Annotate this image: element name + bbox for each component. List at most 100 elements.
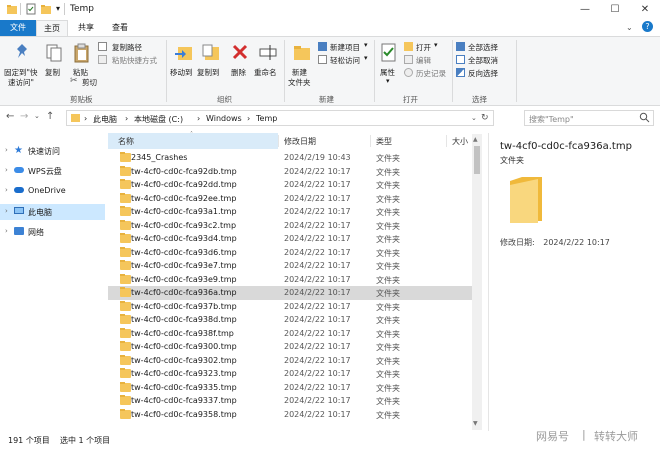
table-row[interactable]: tw-4cf0-cd0c-fca9358.tmp 2024/2/22 10:17 文… bbox=[108, 408, 472, 422]
new-item-label: 新建项目 bbox=[330, 43, 360, 52]
table-row[interactable]: tw-4cf0-cd0c-fca93d6.tmp 2024/2/22 10:17 文… bbox=[108, 246, 472, 260]
paste-shortcut-button[interactable]: 粘贴快捷方式 bbox=[98, 55, 168, 65]
breadcrumb-windows[interactable]: Windows bbox=[206, 114, 242, 123]
table-row[interactable]: tw-4cf0-cd0c-fca93e9.tmp 2024/2/22 10:17 文… bbox=[108, 273, 472, 287]
chevron-down-icon[interactable]: ⌄ bbox=[34, 112, 40, 120]
nav-label: 此电脑 bbox=[28, 208, 52, 217]
back-arrow-icon[interactable]: ← bbox=[6, 111, 14, 122]
properties-icon[interactable] bbox=[25, 3, 37, 15]
table-row[interactable]: tw-4cf0-cd0c-fca937b.tmp 2024/2/22 10:17 文… bbox=[108, 300, 472, 314]
tab-share[interactable]: 共享 bbox=[70, 20, 102, 36]
nav-label: WPS云盘 bbox=[28, 167, 62, 176]
table-row[interactable]: tw-4cf0-cd0c-fca9323.tmp 2024/2/22 10:17 文… bbox=[108, 367, 472, 381]
nav-item-quick-access[interactable]: › ★ 快速访问 bbox=[0, 143, 105, 159]
chevron-down-icon[interactable]: ▾ bbox=[56, 4, 60, 13]
scroll-down-icon[interactable]: ▼ bbox=[473, 420, 478, 427]
table-row[interactable]: 2345_Crashes 2024/2/19 10:43 文件夹 bbox=[108, 151, 472, 165]
nav-item-onedrive[interactable]: › OneDrive bbox=[0, 183, 105, 199]
network-icon bbox=[14, 227, 24, 235]
table-row[interactable]: tw-4cf0-cd0c-fca9300.tmp 2024/2/22 10:17 文… bbox=[108, 340, 472, 354]
divider bbox=[516, 40, 517, 102]
invert-selection-button[interactable]: 反向选择 bbox=[456, 68, 512, 78]
move-to-button[interactable]: 移动到 bbox=[170, 41, 196, 91]
new-folder-button[interactable]: 新建 文件夹 bbox=[288, 41, 314, 91]
open-button[interactable]: 打开 ▾ bbox=[404, 41, 444, 52]
search-box[interactable]: 搜索"Temp" bbox=[524, 110, 654, 126]
table-row[interactable]: tw-4cf0-cd0c-fca93d4.tmp 2024/2/22 10:17 文… bbox=[108, 232, 472, 246]
chevron-right-icon[interactable]: › bbox=[5, 227, 8, 235]
edit-button[interactable]: 编辑 bbox=[404, 55, 444, 65]
tab-home[interactable]: 主页 bbox=[36, 20, 68, 36]
open-icon bbox=[404, 42, 413, 51]
move-to-label: 移动到 bbox=[170, 68, 193, 77]
nav-item-this-pc[interactable]: › 此电脑 bbox=[0, 204, 105, 220]
breadcrumb-temp[interactable]: Temp bbox=[256, 114, 277, 123]
table-row[interactable]: tw-4cf0-cd0c-fca93c2.tmp 2024/2/22 10:17 文… bbox=[108, 219, 472, 233]
chevron-down-icon[interactable]: ⌄ bbox=[471, 114, 477, 122]
new-item-button[interactable]: 新建项目 ▾ bbox=[318, 41, 370, 52]
file-type: 文件夹 bbox=[376, 262, 400, 271]
file-name: tw-4cf0-cd0c-fca938d.tmp bbox=[131, 315, 237, 324]
rename-button[interactable]: 重命名 bbox=[254, 41, 282, 91]
breadcrumb-this-pc[interactable]: 此电脑 bbox=[93, 114, 117, 125]
cut-button[interactable]: ✂ 剪切 bbox=[70, 76, 110, 87]
refresh-icon[interactable]: ↻ bbox=[481, 113, 489, 123]
title-bar: ▾ Temp — ☐ ✕ bbox=[0, 0, 660, 20]
chevron-right-icon[interactable]: › bbox=[5, 146, 8, 154]
table-row[interactable]: tw-4cf0-cd0c-fca938f.tmp 2024/2/22 10:17 文… bbox=[108, 327, 472, 341]
column-name[interactable]: 名称 bbox=[118, 136, 134, 147]
chevron-down-icon[interactable]: ⌄ bbox=[626, 23, 633, 32]
scroll-up-icon[interactable]: ▲ bbox=[473, 136, 478, 143]
breadcrumb-local-disk[interactable]: 本地磁盘 (C:) bbox=[134, 114, 183, 125]
search-input[interactable]: 搜索"Temp" bbox=[529, 114, 574, 125]
search-icon[interactable] bbox=[639, 112, 650, 125]
chevron-right-icon[interactable]: › bbox=[5, 186, 8, 194]
help-icon[interactable]: ? bbox=[642, 21, 653, 32]
table-row[interactable]: tw-4cf0-cd0c-fca93a1.tmp 2024/2/22 10:17 文… bbox=[108, 205, 472, 219]
table-row[interactable]: tw-4cf0-cd0c-fca9337.tmp 2024/2/22 10:17 文… bbox=[108, 394, 472, 408]
chevron-right-icon[interactable]: › bbox=[5, 207, 8, 215]
nav-item-wps-cloud[interactable]: › WPS云盘 bbox=[0, 163, 105, 179]
copy-path-button[interactable]: 复制路径 bbox=[98, 42, 160, 52]
table-row[interactable]: tw-4cf0-cd0c-fca938d.tmp 2024/2/22 10:17 文… bbox=[108, 313, 472, 327]
column-size[interactable]: 大小 bbox=[452, 136, 468, 147]
table-row[interactable]: tw-4cf0-cd0c-fca92ee.tmp 2024/2/22 10:17 文… bbox=[108, 192, 472, 206]
file-name: tw-4cf0-cd0c-fca938f.tmp bbox=[131, 328, 234, 338]
table-row[interactable]: tw-4cf0-cd0c-fca92dd.tmp 2024/2/22 10:17 文… bbox=[108, 178, 472, 192]
address-bar[interactable]: › 此电脑 › 本地磁盘 (C:) › Windows › Temp ⌄ ↻ bbox=[66, 110, 494, 126]
delete-button[interactable]: 删除 bbox=[228, 41, 250, 91]
divider bbox=[370, 135, 371, 147]
table-row[interactable]: tw-4cf0-cd0c-fca936a.tmp 2024/2/22 10:17 文… bbox=[108, 286, 472, 300]
properties-button[interactable]: 属性 ▾ bbox=[378, 41, 400, 91]
pin-to-quick-access-button[interactable]: 固定到"快 速访问" bbox=[4, 41, 40, 91]
copy-to-button[interactable]: 复制到 bbox=[197, 41, 223, 91]
maximize-button[interactable]: ☐ bbox=[600, 0, 630, 20]
select-none-button[interactable]: 全部取消 bbox=[456, 55, 512, 65]
chevron-right-icon[interactable]: › bbox=[5, 166, 8, 174]
forward-arrow-icon[interactable]: → bbox=[20, 111, 28, 122]
tab-view[interactable]: 查看 bbox=[104, 20, 136, 36]
easy-access-icon bbox=[318, 55, 327, 64]
file-name: tw-4cf0-cd0c-fca936a.tmp bbox=[131, 288, 237, 297]
up-arrow-icon[interactable]: ↑ bbox=[46, 111, 54, 122]
table-row[interactable]: tw-4cf0-cd0c-fca9335.tmp 2024/2/22 10:17 文… bbox=[108, 381, 472, 395]
chevron-down-icon: ▾ bbox=[434, 41, 438, 49]
column-type[interactable]: 类型 bbox=[376, 136, 392, 147]
watermark-left: 网易号 bbox=[536, 430, 569, 443]
scrollbar-thumb[interactable] bbox=[474, 146, 480, 174]
nav-item-network[interactable]: › 网络 bbox=[0, 224, 105, 240]
divider bbox=[488, 133, 489, 431]
table-row[interactable]: tw-4cf0-cd0c-fca9302.tmp 2024/2/22 10:17 文… bbox=[108, 354, 472, 368]
minimize-button[interactable]: — bbox=[570, 0, 600, 20]
column-date[interactable]: 修改日期 bbox=[284, 136, 316, 147]
select-all-button[interactable]: 全部选择 bbox=[456, 42, 512, 52]
history-button[interactable]: 历史记录 bbox=[404, 68, 452, 78]
copy-button[interactable]: 复制 bbox=[42, 41, 66, 91]
easy-access-button[interactable]: 轻松访问 ▾ bbox=[318, 54, 370, 65]
table-row[interactable]: tw-4cf0-cd0c-fca93e7.tmp 2024/2/22 10:17 文… bbox=[108, 259, 472, 273]
vertical-scrollbar[interactable]: ▲ ▼ bbox=[472, 134, 482, 430]
close-button[interactable]: ✕ bbox=[630, 0, 660, 20]
new-folder-icon[interactable] bbox=[40, 3, 52, 15]
tab-file[interactable]: 文件 bbox=[0, 20, 36, 36]
table-row[interactable]: tw-4cf0-cd0c-fca92db.tmp 2024/2/22 10:17 文… bbox=[108, 165, 472, 179]
